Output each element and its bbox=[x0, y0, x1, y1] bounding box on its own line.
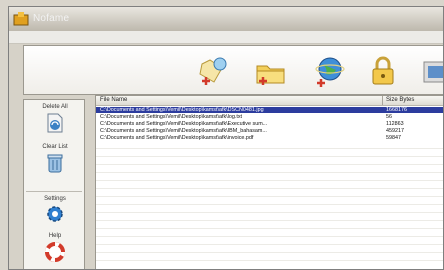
menu-bar bbox=[9, 31, 443, 44]
row-separator bbox=[96, 156, 443, 157]
file-path: C:\Documents and Settings\Vemil\Desktop\… bbox=[100, 135, 254, 141]
column-header-size[interactable]: Size Bytes bbox=[386, 97, 414, 103]
file-size: 56 bbox=[386, 114, 392, 120]
row-separator bbox=[96, 148, 443, 149]
row-separator bbox=[96, 204, 443, 205]
row-separator bbox=[96, 244, 443, 245]
file-size: 459217 bbox=[386, 128, 404, 134]
table-row[interactable]: C:\Documents and Settings\Vemil\Desktop\… bbox=[96, 128, 443, 134]
row-separator bbox=[96, 212, 443, 213]
file-size: 59847 bbox=[386, 135, 401, 141]
settings-label: Settings bbox=[44, 196, 66, 202]
row-separator bbox=[96, 196, 443, 197]
row-separator bbox=[96, 172, 443, 173]
app-window: Nofame Delete All Clear List Settings He… bbox=[8, 6, 444, 270]
row-separator bbox=[96, 164, 443, 165]
add-folder-icon[interactable] bbox=[254, 54, 288, 88]
row-separator bbox=[96, 260, 443, 261]
file-list[interactable]: File Name Size Bytes C:\Documents and Se… bbox=[95, 95, 443, 269]
file-path: C:\Documents and Settings\Vemil\Desktop\… bbox=[100, 121, 268, 127]
lifebuoy-icon bbox=[45, 242, 65, 262]
file-list-header: File Name Size Bytes bbox=[96, 96, 443, 106]
shield-icon[interactable] bbox=[420, 54, 444, 88]
table-row[interactable]: C:\Documents and Settings\Vemil\Desktop\… bbox=[96, 114, 443, 120]
sidebar: Delete All Clear List Settings Help bbox=[23, 99, 86, 269]
clear-list-button[interactable]: Clear List bbox=[24, 144, 86, 174]
file-path: C:\Documents and Settings\Vemil\Desktop\… bbox=[100, 107, 264, 113]
row-separator bbox=[96, 252, 443, 253]
recycle-icon bbox=[47, 113, 63, 133]
column-header-file-name[interactable]: File Name bbox=[100, 97, 127, 103]
table-row[interactable]: C:\Documents and Settings\Vemil\Desktop\… bbox=[96, 135, 443, 141]
window-title: Nofame bbox=[33, 13, 70, 24]
row-separator bbox=[96, 236, 443, 237]
row-separator bbox=[96, 220, 443, 221]
clear-list-label: Clear List bbox=[42, 144, 68, 150]
row-separator bbox=[96, 180, 443, 181]
file-size: 1668176 bbox=[386, 107, 407, 113]
delete-all-button[interactable]: Delete All bbox=[24, 104, 86, 134]
sidebar-divider bbox=[26, 191, 82, 192]
file-path: C:\Documents and Settings\Vemil\Desktop\… bbox=[100, 114, 243, 120]
globe-icon[interactable] bbox=[312, 54, 346, 88]
title-bar[interactable]: Nofame bbox=[9, 7, 443, 32]
column-divider[interactable] bbox=[382, 96, 383, 105]
table-row[interactable]: C:\Documents and Settings\Vemil\Desktop\… bbox=[96, 107, 443, 113]
help-label: Help bbox=[48, 233, 62, 239]
table-row[interactable]: C:\Documents and Settings\Vemil\Desktop\… bbox=[96, 121, 443, 127]
row-separator bbox=[96, 188, 443, 189]
delete-all-label: Delete All bbox=[42, 104, 68, 110]
row-separator bbox=[96, 228, 443, 229]
help-button[interactable]: Help bbox=[24, 233, 86, 263]
gear-icon bbox=[47, 206, 63, 222]
lock-icon[interactable] bbox=[366, 54, 400, 88]
app-logo-icon bbox=[13, 12, 29, 26]
file-path: C:\Documents and Settings\Vemil\Desktop\… bbox=[100, 128, 267, 134]
trash-icon bbox=[47, 154, 63, 173]
settings-button[interactable]: Settings bbox=[24, 196, 86, 224]
file-size: 112863 bbox=[386, 121, 404, 127]
add-file-icon[interactable] bbox=[196, 54, 230, 88]
toolbar bbox=[23, 45, 444, 95]
